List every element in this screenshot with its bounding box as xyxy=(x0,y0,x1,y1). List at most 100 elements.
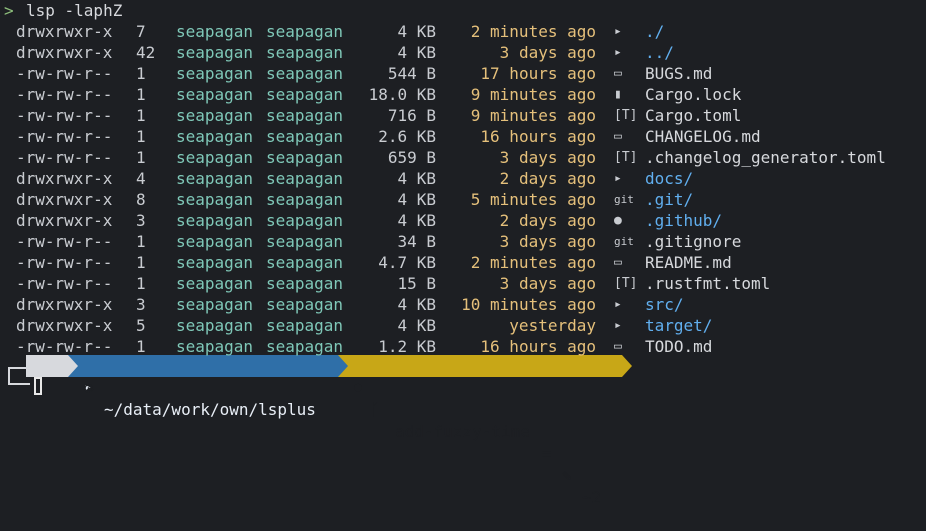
command-line: > lsp -laphZ xyxy=(0,0,122,21)
directory-name[interactable]: .github/ xyxy=(645,210,722,231)
edit-icon: ✎ xyxy=(562,466,572,485)
change-count: ~2 xyxy=(582,488,602,507)
path-separator xyxy=(338,355,348,377)
owner-cell: seapagan xyxy=(176,106,254,125)
file-name[interactable]: .rustfmt.toml xyxy=(645,273,770,294)
group-cell: seapagan xyxy=(266,22,344,41)
links-cell: 3 xyxy=(136,295,146,314)
modified-cell: 9 minutes ago xyxy=(470,106,596,125)
group-cell: seapagan xyxy=(266,232,344,251)
github-icon: ● xyxy=(354,380,362,395)
git-status: ≡ xyxy=(542,444,552,463)
permissions-cell: -rw-rw-r-- xyxy=(16,232,113,251)
permissions-cell: -rw-rw-r-- xyxy=(16,148,113,167)
owner-cell: seapagan xyxy=(176,127,254,146)
size-cell: 34 B xyxy=(397,232,436,251)
branch-icon: ᚴ xyxy=(370,400,380,419)
links-cell: 3 xyxy=(136,211,146,230)
toml-icon: [T] xyxy=(614,150,638,165)
size-cell: 659 B xyxy=(387,148,436,167)
modified-cell: 10 minutes ago xyxy=(461,295,596,314)
permissions-cell: -rw-rw-r-- xyxy=(16,253,113,272)
toml-icon: [T] xyxy=(614,276,638,291)
directory-name[interactable]: docs/ xyxy=(645,168,693,189)
size-cell: 18.0 KB xyxy=(368,85,436,104)
file-name[interactable]: CHANGELOG.md xyxy=(645,126,761,147)
owner-cell: seapagan xyxy=(176,148,254,167)
group-cell: seapagan xyxy=(266,106,344,125)
size-cell: 716 B xyxy=(387,106,436,125)
prompt-symbol: > xyxy=(4,1,14,20)
size-cell: 4 KB xyxy=(397,190,436,209)
git-icon: git xyxy=(614,193,634,206)
size-cell: 2.6 KB xyxy=(378,127,436,146)
terminal-window[interactable]: > lsp -laphZ drwxrwxr-x 7 seapagan seapagan… xyxy=(0,0,926,507)
folder-icon: ▸ xyxy=(614,297,622,312)
links-cell: 1 xyxy=(136,106,146,125)
group-cell: seapagan xyxy=(266,337,344,356)
file-name[interactable]: README.md xyxy=(645,252,732,273)
group-cell: seapagan xyxy=(266,316,344,335)
size-cell: 544 B xyxy=(387,64,436,83)
file-name[interactable]: .changelog_generator.toml xyxy=(645,147,886,168)
modified-cell: 2 days ago xyxy=(499,169,596,188)
links-cell: 1 xyxy=(136,85,146,104)
links-cell: 8 xyxy=(136,190,146,209)
directory-name[interactable]: ./ xyxy=(645,21,664,42)
directory-name[interactable]: src/ xyxy=(645,294,684,315)
permissions-cell: -rw-rw-r-- xyxy=(16,106,113,125)
directory-name[interactable]: .git/ xyxy=(645,189,693,210)
group-cell: seapagan xyxy=(266,190,344,209)
file-name[interactable]: Cargo.toml xyxy=(645,105,741,126)
file-name[interactable]: Cargo.lock xyxy=(645,84,741,105)
os-segment: ⚙ xyxy=(26,355,93,397)
git-segment: ● ᚴ add-fuzzy-time ≡ ✎ ~2 xyxy=(338,355,622,507)
text-cursor xyxy=(34,377,42,395)
file-name[interactable]: TODO.md xyxy=(645,336,712,357)
modified-cell: 9 minutes ago xyxy=(470,85,596,104)
owner-cell: seapagan xyxy=(176,316,254,335)
group-cell: seapagan xyxy=(266,295,344,314)
github-icon: ● xyxy=(614,213,622,228)
os-separator xyxy=(68,355,78,377)
current-path: ~/data/work/own/lsplus xyxy=(104,400,316,419)
group-cell: seapagan xyxy=(266,169,344,188)
size-cell: 1.2 KB xyxy=(378,337,436,356)
owner-cell: seapagan xyxy=(176,43,254,62)
group-cell: seapagan xyxy=(266,253,344,272)
modified-cell: 3 days ago xyxy=(499,148,596,167)
folder-icon: ▸ xyxy=(614,171,622,186)
modified-cell: 5 minutes ago xyxy=(470,190,596,209)
modified-cell: 16 hours ago xyxy=(480,337,596,356)
permissions-cell: drwxrwxr-x xyxy=(16,211,113,230)
git-separator xyxy=(622,355,632,377)
file-name[interactable]: .gitignore xyxy=(645,231,741,252)
permissions-cell: -rw-rw-r-- xyxy=(16,64,113,83)
directory-name[interactable]: target/ xyxy=(645,315,712,336)
permissions-cell: -rw-rw-r-- xyxy=(16,274,113,293)
lock-file-icon: ▮ xyxy=(614,87,622,102)
size-cell: 4 KB xyxy=(397,43,436,62)
size-cell: 4 KB xyxy=(397,169,436,188)
permissions-cell: -rw-rw-r-- xyxy=(16,127,113,146)
modified-cell: 3 days ago xyxy=(499,232,596,251)
permissions-cell: drwxrwxr-x xyxy=(16,22,113,41)
folder-icon: ▸ xyxy=(614,24,622,39)
directory-name[interactable]: ../ xyxy=(645,42,674,63)
markdown-icon: ▭ xyxy=(614,339,622,354)
owner-cell: seapagan xyxy=(176,295,254,314)
file-name[interactable]: BUGS.md xyxy=(645,63,712,84)
links-cell: 1 xyxy=(136,127,146,146)
links-cell: 1 xyxy=(136,274,146,293)
modified-cell: 3 days ago xyxy=(499,274,596,293)
links-cell: 1 xyxy=(136,232,146,251)
git-branch: add-fuzzy-time xyxy=(395,422,530,441)
folder-icon: ▸ xyxy=(614,45,622,60)
group-cell: seapagan xyxy=(266,127,344,146)
permissions-cell: drwxrwxr-x xyxy=(16,169,113,188)
owner-cell: seapagan xyxy=(176,85,254,104)
permissions-cell: -rw-rw-r-- xyxy=(16,85,113,104)
command-text: lsp -laphZ xyxy=(26,1,123,20)
modified-cell: 3 days ago xyxy=(499,43,596,62)
permissions-cell: drwxrwxr-x xyxy=(16,316,113,335)
